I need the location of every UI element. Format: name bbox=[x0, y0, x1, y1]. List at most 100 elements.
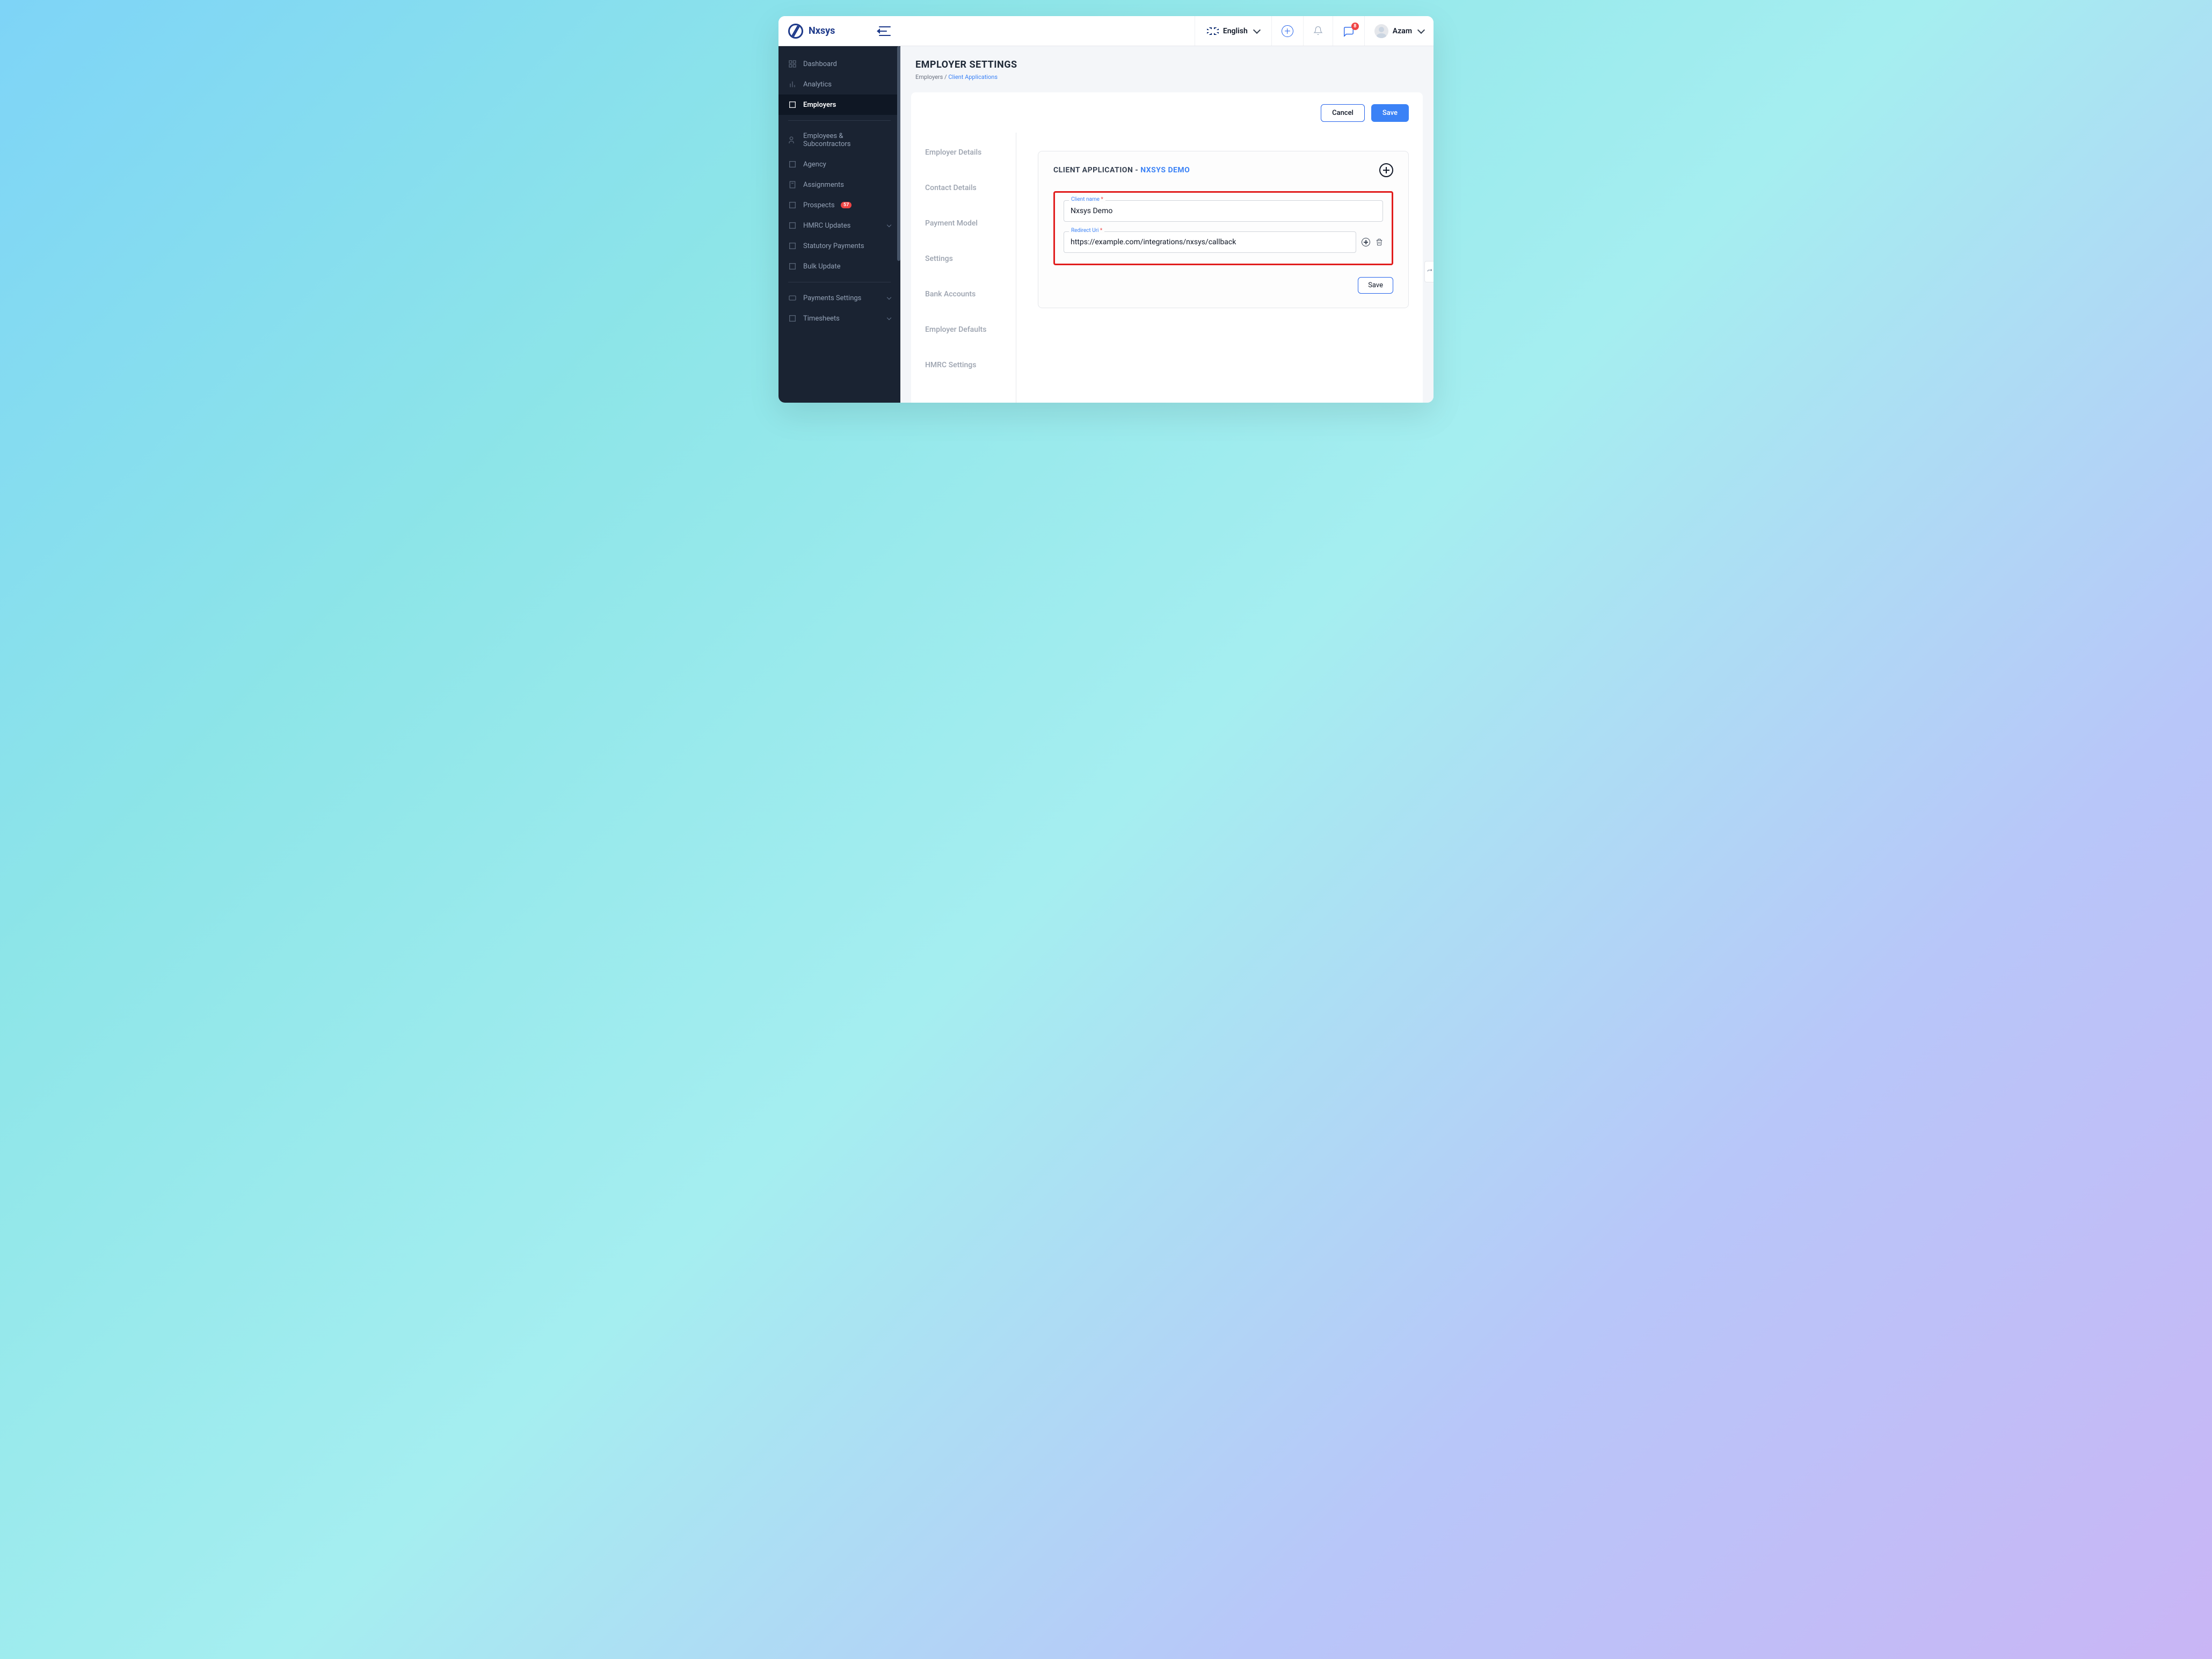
analytics-icon bbox=[788, 80, 797, 89]
sidebar-item-employees[interactable]: Employees & Subcontractors bbox=[778, 126, 900, 154]
card-title-prefix: CLIENT APPLICATION - bbox=[1053, 166, 1140, 174]
breadcrumb-sep: / bbox=[943, 74, 948, 81]
card-title: CLIENT APPLICATION - NXSYS DEMO bbox=[1053, 166, 1190, 174]
sidebar-item-label: Prospects bbox=[803, 201, 835, 209]
header-right: English 8 Azam bbox=[1195, 16, 1434, 46]
chevron-down-icon bbox=[887, 315, 891, 319]
page-title: EMPLOYER SETTINGS bbox=[915, 59, 1418, 70]
language-label: English bbox=[1223, 27, 1248, 35]
sidebar-item-prospects[interactable]: Prospects 57 bbox=[778, 195, 900, 215]
user-name-label: Azam bbox=[1393, 27, 1412, 35]
app-window: Nxsys English 8 bbox=[778, 16, 1434, 403]
header: Nxsys English 8 bbox=[778, 16, 1434, 46]
sidebar-item-timesheets[interactable]: Timesheets bbox=[778, 308, 900, 329]
people-icon bbox=[788, 136, 797, 144]
statutory-icon bbox=[788, 242, 797, 250]
panel-actions: Cancel Save bbox=[925, 104, 1409, 122]
add-redirect-uri-button[interactable] bbox=[1362, 238, 1370, 246]
sidebar-item-agency[interactable]: Agency bbox=[778, 154, 900, 174]
brand-name: Nxsys bbox=[809, 25, 835, 37]
bulk-icon bbox=[788, 262, 797, 271]
delete-redirect-uri-button[interactable] bbox=[1376, 238, 1383, 246]
chevron-down-icon bbox=[887, 222, 891, 227]
tab-contact-details[interactable]: Contact Details bbox=[925, 177, 1016, 199]
sidebar-item-label: Dashboard bbox=[803, 60, 837, 68]
dashboard-icon bbox=[788, 60, 797, 68]
redirect-uri-field: Redirect Uri * bbox=[1064, 231, 1383, 253]
card-title-name: NXSYS DEMO bbox=[1140, 166, 1190, 174]
sidebar-item-hmrc-updates[interactable]: HMRC Updates bbox=[778, 215, 900, 236]
bell-icon bbox=[1313, 26, 1323, 37]
sidebar-item-label: Payments Settings bbox=[803, 294, 861, 302]
client-application-card: CLIENT APPLICATION - NXSYS DEMO Client n… bbox=[1038, 151, 1409, 308]
sidebar-item-label: Assignments bbox=[803, 181, 844, 189]
sidebar-item-label: Agency bbox=[803, 161, 826, 169]
sidebar-item-label: Statutory Payments bbox=[803, 242, 864, 250]
notifications-button[interactable] bbox=[1303, 16, 1333, 46]
side-tab-handle[interactable] bbox=[1424, 261, 1434, 282]
sidebar-item-analytics[interactable]: Analytics bbox=[778, 74, 900, 94]
sidebar: Dashboard Analytics Employers Employees … bbox=[778, 46, 900, 403]
save-button[interactable]: Save bbox=[1371, 104, 1409, 122]
highlight-box: Client name * Redirect Uri * bbox=[1053, 191, 1393, 265]
sidebar-item-label: Employees & Subcontractors bbox=[803, 132, 891, 148]
body: Dashboard Analytics Employers Employees … bbox=[778, 46, 1434, 403]
add-client-application-button[interactable] bbox=[1379, 163, 1393, 177]
client-name-label: Client name * bbox=[1069, 197, 1105, 202]
tabs-column: Employer Details Contact Details Payment… bbox=[925, 133, 1016, 403]
sidebar-item-employers[interactable]: Employers bbox=[778, 94, 900, 115]
redirect-uri-input[interactable] bbox=[1064, 231, 1356, 253]
language-selector[interactable]: English bbox=[1195, 16, 1271, 46]
tab-employer-defaults[interactable]: Employer Defaults bbox=[925, 318, 1016, 341]
sidebar-item-label: Bulk Update bbox=[803, 263, 841, 271]
messages-button[interactable]: 8 bbox=[1333, 16, 1364, 46]
hmrc-icon bbox=[788, 221, 797, 230]
plus-circle-icon bbox=[1282, 25, 1293, 37]
sidebar-item-label: Employers bbox=[803, 101, 836, 109]
logo-icon bbox=[788, 24, 803, 39]
agency-icon bbox=[788, 160, 797, 169]
breadcrumb-parent[interactable]: Employers bbox=[915, 74, 943, 81]
sidebar-item-label: HMRC Updates bbox=[803, 222, 850, 230]
employers-icon bbox=[788, 100, 797, 109]
card-footer: Save bbox=[1053, 277, 1393, 294]
breadcrumb: Employers / Client Applications bbox=[915, 74, 1418, 81]
chat-icon: 8 bbox=[1343, 26, 1355, 37]
sidebar-item-label: Analytics bbox=[803, 81, 832, 89]
redirect-uri-label: Redirect Uri * bbox=[1069, 228, 1104, 234]
tab-bank-accounts[interactable]: Bank Accounts bbox=[925, 283, 1016, 305]
chevron-down-icon bbox=[887, 295, 891, 299]
chevron-down-icon bbox=[1253, 26, 1261, 33]
breadcrumb-current[interactable]: Client Applications bbox=[948, 74, 998, 81]
detail-column: CLIENT APPLICATION - NXSYS DEMO Client n… bbox=[1038, 133, 1409, 403]
card-save-button[interactable]: Save bbox=[1358, 277, 1393, 294]
tab-employer-details[interactable]: Employer Details bbox=[925, 141, 1016, 164]
avatar-icon bbox=[1374, 24, 1388, 38]
prospects-badge: 57 bbox=[841, 202, 852, 208]
tab-settings[interactable]: Settings bbox=[925, 248, 1016, 270]
messages-badge: 8 bbox=[1351, 23, 1359, 30]
logo-zone: Nxsys bbox=[778, 24, 900, 39]
payments-icon bbox=[788, 294, 797, 302]
user-menu[interactable]: Azam bbox=[1364, 16, 1434, 46]
sidebar-item-bulk-update[interactable]: Bulk Update bbox=[778, 256, 900, 276]
sidebar-item-assignments[interactable]: Assignments bbox=[778, 174, 900, 195]
timesheets-icon bbox=[788, 314, 797, 323]
cancel-button[interactable]: Cancel bbox=[1321, 104, 1365, 122]
prospects-icon bbox=[788, 201, 797, 209]
sidebar-collapse-button[interactable] bbox=[879, 26, 891, 36]
sidebar-item-payments-settings[interactable]: Payments Settings bbox=[778, 288, 900, 308]
client-name-input[interactable] bbox=[1064, 200, 1383, 222]
sidebar-item-label: Timesheets bbox=[803, 315, 840, 323]
card-header: CLIENT APPLICATION - NXSYS DEMO bbox=[1053, 163, 1393, 177]
add-button[interactable] bbox=[1271, 16, 1303, 46]
tab-payment-model[interactable]: Payment Model bbox=[925, 212, 1016, 235]
tab-hmrc-settings[interactable]: HMRC Settings bbox=[925, 354, 1016, 376]
content: EMPLOYER SETTINGS Employers / Client App… bbox=[900, 46, 1434, 403]
sidebar-item-statutory[interactable]: Statutory Payments bbox=[778, 236, 900, 256]
page-header: EMPLOYER SETTINGS Employers / Client App… bbox=[900, 46, 1434, 87]
settings-panel: Cancel Save Employer Details Contact Det… bbox=[911, 92, 1423, 403]
chevron-down-icon bbox=[1417, 26, 1425, 33]
sidebar-item-dashboard[interactable]: Dashboard bbox=[778, 54, 900, 74]
uk-flag-icon bbox=[1207, 27, 1219, 35]
